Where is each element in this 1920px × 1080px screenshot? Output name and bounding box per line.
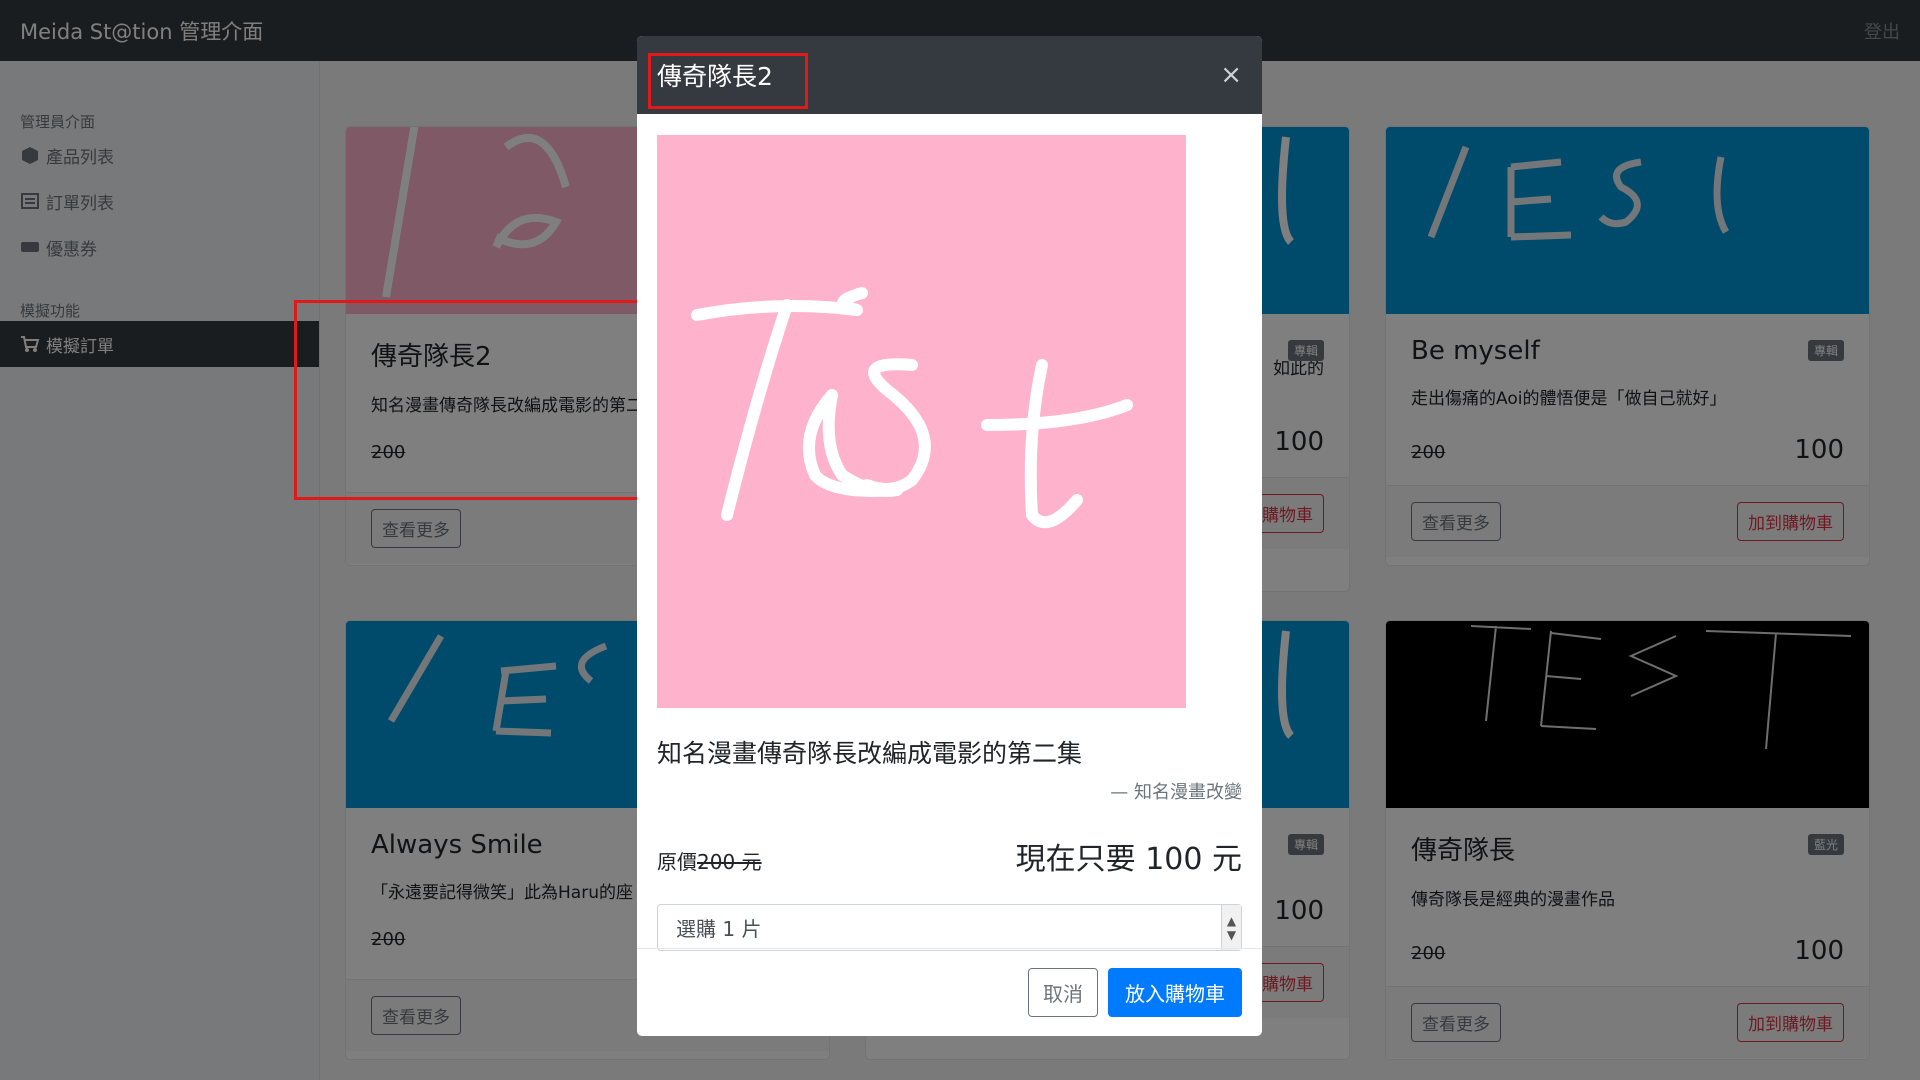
modal-description: 知名漫畫傳奇隊長改編成電影的第二集 <box>657 739 1083 768</box>
modal-quote: — 知名漫畫改變 <box>1110 782 1242 803</box>
current-price: 現在只要 100 元 <box>1015 842 1242 877</box>
add-to-cart-button[interactable]: 放入購物車 <box>1108 968 1242 1017</box>
modal-price-row: 原價200 元 現在只要 100 元 <box>657 834 1242 878</box>
highlight-box-card <box>294 300 649 500</box>
chevron-down-icon[interactable]: ▲ ▼ <box>1221 905 1241 950</box>
quantity-select-value: 選購 1 片 <box>676 917 762 941</box>
cancel-button[interactable]: 取消 <box>1028 968 1098 1017</box>
product-modal: 傳奇隊長2 × 知名漫畫傳奇隊長改編成電影的第二集 — 知名漫畫改變 原價200… <box>637 36 1262 1036</box>
original-price: 原價200 元 <box>657 846 762 875</box>
close-icon[interactable]: × <box>1220 60 1242 90</box>
highlight-box-modal-title <box>648 53 808 109</box>
modal-product-image <box>657 135 1186 708</box>
quantity-select[interactable]: 選購 1 片 ▲ ▼ <box>657 904 1242 951</box>
original-price-value: 200 元 <box>697 850 762 874</box>
original-price-label: 原價 <box>657 850 697 874</box>
modal-footer: 取消 放入購物車 <box>637 948 1262 1036</box>
